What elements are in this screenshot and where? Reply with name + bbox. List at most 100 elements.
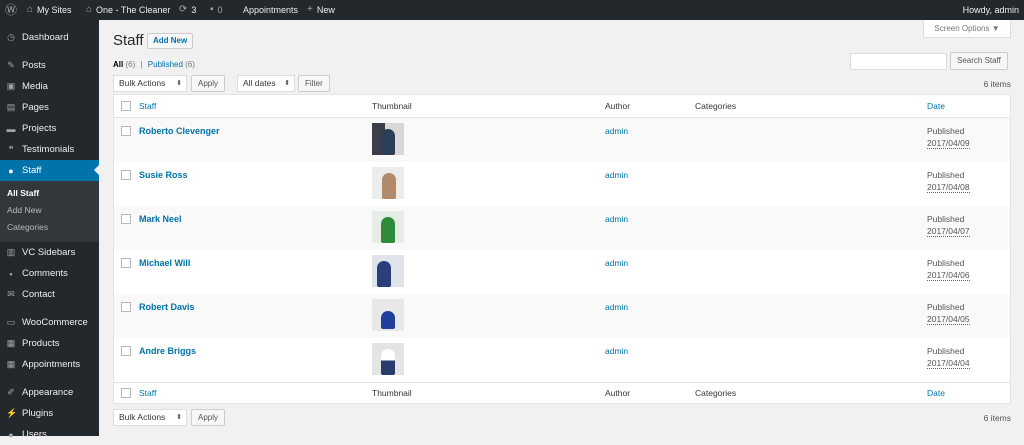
site-name-link[interactable]: ⌂One - The Cleaner bbox=[86, 0, 170, 20]
table-row: Andre Briggs admin Published 2017/04/04 bbox=[114, 338, 1010, 382]
author-link[interactable]: admin bbox=[605, 258, 628, 268]
staff-name-link[interactable]: Roberto Clevenger bbox=[139, 126, 220, 136]
envelope-icon: ✉ bbox=[6, 289, 16, 300]
staff-thumbnail[interactable] bbox=[372, 343, 404, 375]
main-content: Staff Add New Screen Options ▼ All (6) |… bbox=[99, 20, 1024, 436]
my-sites-link[interactable]: ⌂My Sites bbox=[27, 0, 72, 20]
staff-thumbnail[interactable] bbox=[372, 123, 404, 155]
menu-staff[interactable]: ●Staff bbox=[0, 160, 99, 181]
filter-published-link[interactable]: Published bbox=[148, 60, 183, 69]
row-checkbox[interactable] bbox=[121, 126, 131, 136]
menu-products[interactable]: ▦Products bbox=[0, 333, 99, 354]
post-date: 2017/04/04 bbox=[927, 358, 970, 369]
menu-users[interactable]: ●Users bbox=[0, 424, 99, 445]
add-new-button[interactable]: Add New bbox=[147, 33, 193, 49]
select-arrows-icon: ⬍ bbox=[176, 76, 182, 91]
filter-all-link[interactable]: All bbox=[113, 60, 123, 69]
staff-table: Staff Thumbnail Author Categories Date R… bbox=[113, 94, 1011, 404]
groups-icon: ● bbox=[6, 166, 16, 176]
row-checkbox[interactable] bbox=[121, 214, 131, 224]
table-row: Roberto Clevenger admin Published 2017/0… bbox=[114, 118, 1010, 162]
dashboard-icon: ◷ bbox=[6, 32, 16, 43]
menu-appointments[interactable]: ▦Appointments bbox=[0, 354, 99, 375]
staff-name-link[interactable]: Mark Neel bbox=[139, 214, 182, 224]
updates-link[interactable]: ⟳3 bbox=[179, 0, 196, 20]
comment-icon: ▪ bbox=[6, 269, 16, 279]
submenu-categories[interactable]: Categories bbox=[7, 222, 48, 232]
select-all-checkbox-bottom[interactable] bbox=[121, 388, 131, 398]
menu-dashboard[interactable]: ◷Dashboard bbox=[0, 27, 99, 48]
menu-vc-sidebars[interactable]: ▥VC Sidebars bbox=[0, 242, 99, 263]
staff-thumbnail[interactable] bbox=[372, 255, 404, 287]
folder-icon: ▬ bbox=[6, 124, 16, 134]
menu-projects[interactable]: ▬Projects bbox=[0, 118, 99, 139]
archive-icon: ▦ bbox=[6, 338, 16, 349]
columns-icon: ▥ bbox=[6, 247, 16, 258]
staff-name-link[interactable]: Robert Davis bbox=[139, 302, 195, 312]
row-checkbox[interactable] bbox=[121, 302, 131, 312]
items-count-top: 6 items bbox=[984, 79, 1011, 89]
menu-woocommerce[interactable]: ▭WooCommerce bbox=[0, 312, 99, 333]
pages-icon: ▤ bbox=[6, 102, 16, 113]
filter-button[interactable]: Filter bbox=[298, 75, 330, 92]
menu-media[interactable]: ▣Media bbox=[0, 76, 99, 97]
filter-separator: | bbox=[140, 60, 142, 69]
filter-published-count: (6) bbox=[185, 60, 195, 69]
search-staff-button[interactable]: Search Staff bbox=[950, 52, 1008, 70]
media-icon: ▣ bbox=[6, 81, 16, 92]
column-footer-staff[interactable]: Staff bbox=[139, 388, 156, 398]
row-checkbox[interactable] bbox=[121, 170, 131, 180]
screen-options-button[interactable]: Screen Options ▼ bbox=[923, 20, 1011, 38]
comments-link[interactable]: ▪0 bbox=[210, 0, 223, 20]
post-date: 2017/04/09 bbox=[927, 138, 970, 149]
column-footer-date[interactable]: Date bbox=[927, 388, 945, 398]
appointments-link[interactable]: Appointments bbox=[243, 0, 298, 20]
select-all-checkbox[interactable] bbox=[121, 101, 131, 111]
bulk-actions-select-top[interactable]: Bulk Actions⬍ bbox=[113, 75, 187, 92]
apply-button-top[interactable]: Apply bbox=[191, 75, 225, 92]
staff-name-link[interactable]: Michael Will bbox=[139, 258, 190, 268]
page-title: Staff bbox=[113, 32, 144, 49]
filter-all-count: (6) bbox=[125, 60, 135, 69]
table-row: Michael Will admin Published 2017/04/06 bbox=[114, 250, 1010, 294]
menu-appearance[interactable]: ✐Appearance bbox=[0, 382, 99, 403]
author-link[interactable]: admin bbox=[605, 346, 628, 356]
wordpress-logo-icon[interactable]: Ⓦ bbox=[5, 0, 17, 20]
select-arrows-icon: ⬍ bbox=[176, 410, 182, 425]
post-status: Published bbox=[927, 346, 964, 356]
staff-thumbnail[interactable] bbox=[372, 211, 404, 243]
author-link[interactable]: admin bbox=[605, 214, 628, 224]
date-filter-select[interactable]: All dates⬍ bbox=[237, 75, 295, 92]
new-content-link[interactable]: +New bbox=[307, 0, 335, 20]
menu-comments[interactable]: ▪Comments bbox=[0, 263, 99, 284]
post-status: Published bbox=[927, 302, 964, 312]
author-link[interactable]: admin bbox=[605, 126, 628, 136]
menu-testimonials[interactable]: ❝Testimonials bbox=[0, 139, 99, 160]
account-link[interactable]: Howdy, admin bbox=[963, 0, 1019, 20]
staff-name-link[interactable]: Susie Ross bbox=[139, 170, 188, 180]
column-header-author: Author bbox=[605, 101, 630, 111]
bulk-actions-select-bottom[interactable]: Bulk Actions⬍ bbox=[113, 409, 187, 426]
menu-posts[interactable]: ✎Posts bbox=[0, 55, 99, 76]
table-row: Mark Neel admin Published 2017/04/07 bbox=[114, 206, 1010, 250]
network-icon: ⌂ bbox=[27, 0, 33, 20]
staff-thumbnail[interactable] bbox=[372, 167, 404, 199]
staff-thumbnail[interactable] bbox=[372, 299, 404, 331]
pin-icon: ✎ bbox=[6, 60, 16, 71]
row-checkbox[interactable] bbox=[121, 346, 131, 356]
menu-pages[interactable]: ▤Pages bbox=[0, 97, 99, 118]
column-header-date[interactable]: Date bbox=[927, 101, 945, 111]
submenu-all-staff[interactable]: All Staff bbox=[7, 188, 39, 198]
apply-button-bottom[interactable]: Apply bbox=[191, 409, 225, 426]
author-link[interactable]: admin bbox=[605, 170, 628, 180]
menu-contact[interactable]: ✉Contact bbox=[0, 284, 99, 305]
menu-plugins[interactable]: ⚡Plugins bbox=[0, 403, 99, 424]
staff-name-link[interactable]: Andre Briggs bbox=[139, 346, 196, 356]
row-checkbox[interactable] bbox=[121, 258, 131, 268]
submenu-add-new[interactable]: Add New bbox=[7, 205, 42, 215]
column-header-categories: Categories bbox=[695, 101, 736, 111]
author-link[interactable]: admin bbox=[605, 302, 628, 312]
admin-sidebar: ◷Dashboard ✎Posts ▣Media ▤Pages ▬Project… bbox=[0, 20, 99, 436]
column-header-staff[interactable]: Staff bbox=[139, 101, 156, 111]
search-input[interactable] bbox=[850, 53, 947, 70]
